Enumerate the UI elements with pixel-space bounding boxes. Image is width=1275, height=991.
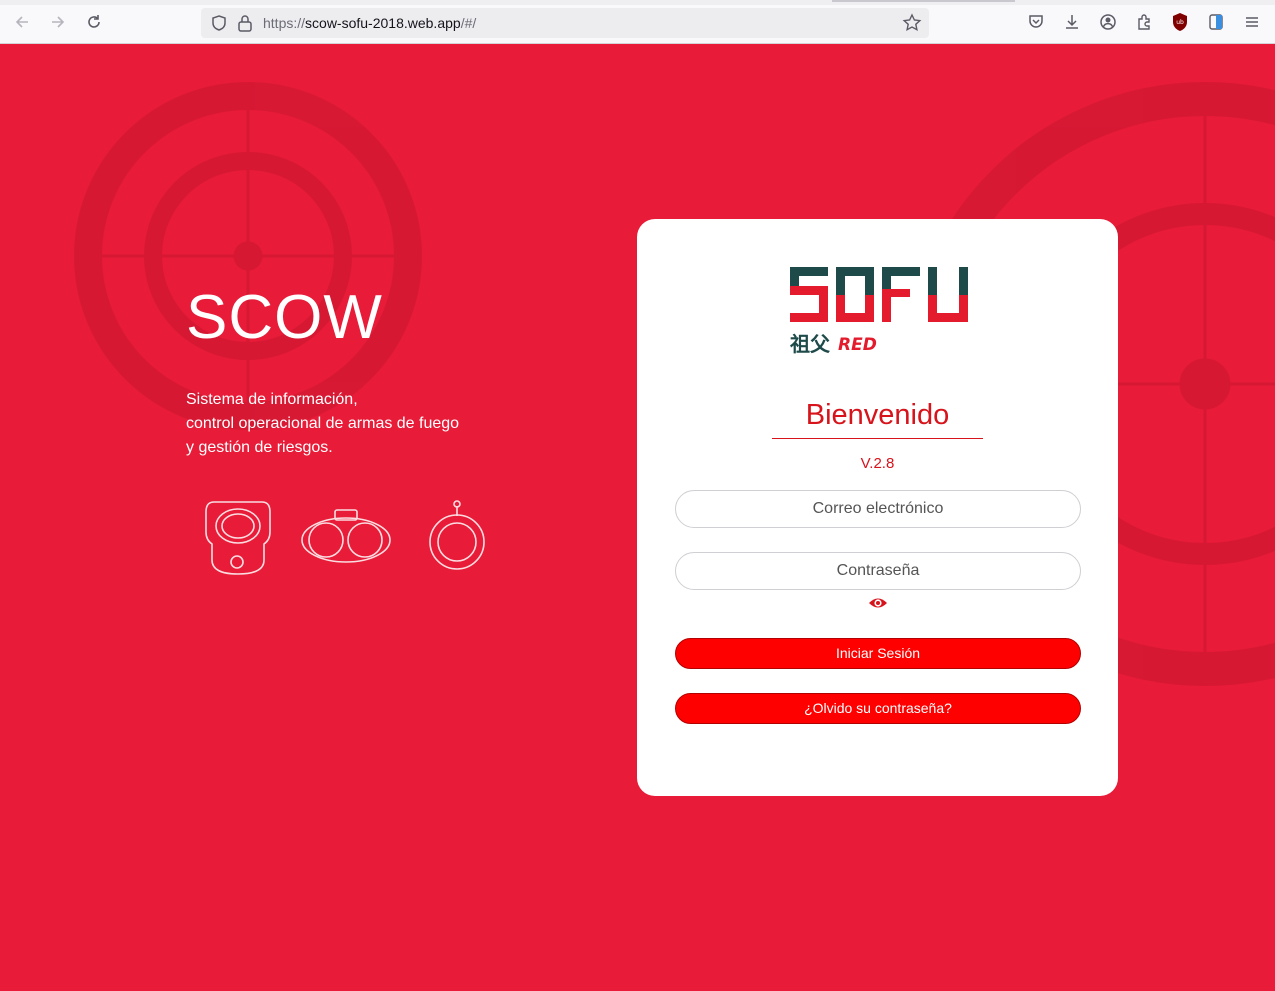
active-tab-indicator [832, 0, 1015, 2]
browser-toolbar: https://scow-sofu-2018.web.app/#/ ub [0, 0, 1275, 44]
menu-icon[interactable] [1242, 12, 1262, 32]
tab-strip [0, 0, 1275, 5]
forward-icon[interactable] [47, 11, 69, 33]
hero-desc-line: y gestión de riesgos. [186, 439, 333, 456]
extensions-icon[interactable] [1134, 12, 1154, 32]
url-prefix: https:// [263, 15, 306, 31]
shotgun-barrel-icon [301, 509, 391, 563]
reader-icon[interactable] [1206, 12, 1226, 32]
app-version: V.2.8 [860, 455, 895, 472]
hero-desc-line: control operacional de armas de fuego [186, 415, 460, 432]
sofu-logo: 祖父 RED [789, 267, 970, 362]
url-path: /#/ [460, 15, 477, 31]
url-text[interactable]: https://scow-sofu-2018.web.app/#/ [263, 15, 476, 31]
bookmark-star-icon[interactable] [902, 13, 922, 38]
forgot-password-button[interactable]: ¿Olvido su contraseña? [675, 693, 1081, 724]
firearm-icons [200, 496, 500, 591]
hero-desc-line: Sistema de información, [186, 391, 358, 408]
ublock-icon[interactable]: ub [1170, 12, 1190, 32]
url-host: scow-sofu-2018.web.app [305, 15, 461, 31]
hero-title: SCOW [186, 283, 383, 352]
svg-text:RED: RED [838, 335, 877, 355]
download-icon[interactable] [1062, 12, 1082, 32]
password-field[interactable] [675, 552, 1081, 590]
pistol-muzzle-icon [205, 501, 271, 575]
pocket-icon[interactable] [1026, 12, 1046, 32]
reload-icon[interactable] [83, 11, 105, 33]
welcome-heading: Bienvenido [772, 399, 983, 439]
login-card: 祖父 RED Bienvenido V.2.8 Iniciar Sesión ¿… [637, 219, 1118, 796]
svg-text:祖父: 祖父 [790, 332, 831, 356]
shield-icon[interactable] [210, 14, 228, 37]
email-field[interactable] [675, 490, 1081, 528]
lock-icon[interactable] [237, 14, 253, 37]
back-icon[interactable] [11, 11, 33, 33]
rifle-muzzle-icon [429, 500, 485, 570]
svg-text:ub: ub [1176, 19, 1184, 26]
login-button[interactable]: Iniciar Sesión [675, 638, 1081, 669]
account-icon[interactable] [1098, 12, 1118, 32]
hero-description: Sistema de información, control operacio… [186, 388, 506, 460]
show-password-eye-icon[interactable] [868, 596, 888, 615]
url-bar[interactable]: https://scow-sofu-2018.web.app/#/ [201, 8, 929, 38]
